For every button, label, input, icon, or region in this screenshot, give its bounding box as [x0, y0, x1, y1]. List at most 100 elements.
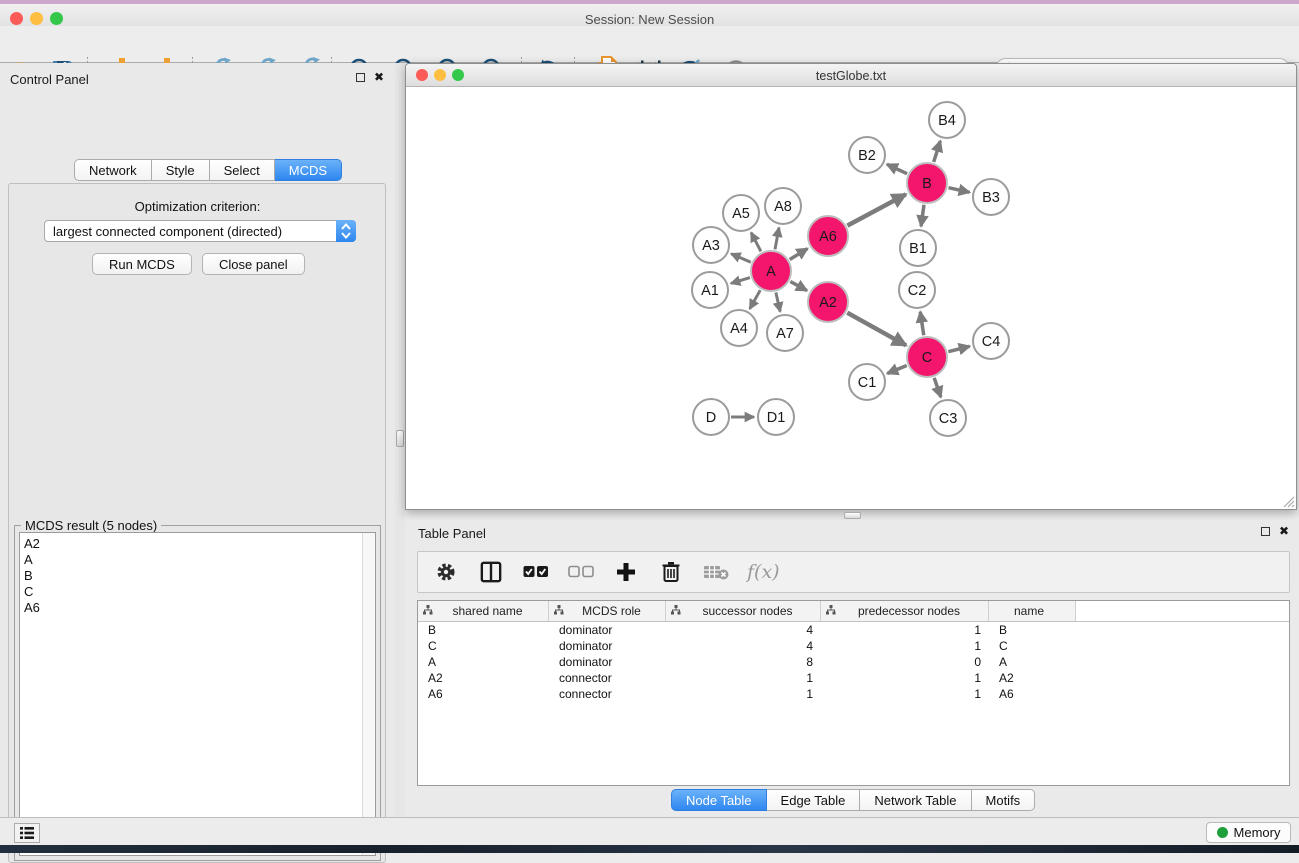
float-table-panel-icon[interactable] — [1261, 527, 1270, 536]
close-panel-button[interactable]: Close panel — [202, 253, 305, 275]
column-header-shared-name[interactable]: shared name — [418, 601, 549, 621]
show-all-columns-icon[interactable] — [522, 558, 550, 586]
node-table[interactable]: shared name MCDS rolesuccessor nodesprede… — [417, 600, 1290, 786]
close-panel-icon[interactable]: ✖ — [374, 73, 384, 82]
table-cell[interactable]: 0 — [821, 654, 989, 670]
table-row[interactable]: Cdominator41C — [418, 638, 1289, 654]
graph-edge-A-A5[interactable] — [751, 233, 761, 252]
table-panel-title: Table Panel — [418, 526, 486, 541]
graph-edge-B-B2[interactable] — [887, 164, 907, 173]
table-cell[interactable]: A — [989, 654, 1076, 670]
graph-edge-A2-C[interactable] — [847, 313, 906, 346]
result-item[interactable]: A — [24, 552, 375, 568]
network-graph-canvas[interactable]: B4B2BB3A5A8A6A3B1AA1C2A2A4A7C4CC1C3DD1 — [406, 87, 1296, 509]
table-row[interactable]: Adominator80A — [418, 654, 1289, 670]
table-cell[interactable]: 1 — [821, 670, 989, 686]
tab-edge-table[interactable]: Edge Table — [767, 789, 861, 811]
graph-node-label: A7 — [776, 326, 794, 342]
table-cell[interactable]: 1 — [666, 670, 821, 686]
optimization-criterion-select[interactable]: largest connected component (directed) — [44, 220, 356, 242]
column-header-successor-nodes[interactable]: successor nodes — [666, 601, 821, 621]
tab-node-table[interactable]: Node Table — [671, 789, 767, 811]
table-cell[interactable]: dominator — [549, 622, 666, 638]
table-cell[interactable]: 4 — [666, 622, 821, 638]
table-cell[interactable]: A6 — [989, 686, 1076, 702]
app-titlebar: Session: New Session — [0, 4, 1299, 26]
column-header-MCDS-role[interactable]: MCDS role — [549, 601, 666, 621]
table-cell[interactable]: 8 — [666, 654, 821, 670]
tab-motifs[interactable]: Motifs — [972, 789, 1036, 811]
table-cell[interactable]: B — [418, 622, 549, 638]
float-panel-icon[interactable] — [356, 73, 365, 82]
graph-edge-A-A4[interactable] — [750, 290, 760, 309]
delete-table-icon[interactable] — [702, 558, 730, 586]
column-header-name[interactable]: name — [989, 601, 1076, 621]
column-header-label: MCDS role — [564, 604, 665, 618]
table-row[interactable]: Bdominator41B — [418, 622, 1289, 638]
graph-edge-C-C4[interactable] — [948, 346, 969, 351]
table-cell[interactable]: A — [418, 654, 549, 670]
graph-edge-A-A3[interactable] — [731, 254, 751, 263]
graph-node-label: C3 — [939, 411, 958, 427]
column-header-label: shared name — [433, 604, 548, 618]
graph-node-label: B4 — [938, 113, 956, 129]
table-cell[interactable]: C — [418, 638, 549, 654]
graph-edge-A-A7[interactable] — [776, 292, 780, 311]
function-builder-icon[interactable]: f(x) — [747, 561, 780, 583]
column-type-icon — [423, 604, 433, 618]
graph-edge-C-C3[interactable] — [934, 378, 941, 397]
panel-mode-icon[interactable] — [477, 558, 505, 586]
network-window-titlebar[interactable]: testGlobe.txt — [406, 64, 1296, 87]
table-cell[interactable]: 1 — [821, 622, 989, 638]
window-resize-grip[interactable] — [1281, 494, 1295, 508]
result-item[interactable]: C — [24, 584, 375, 600]
table-cell[interactable]: dominator — [549, 638, 666, 654]
graph-edge-B-B1[interactable] — [921, 205, 924, 226]
graph-edge-A6-B[interactable] — [847, 194, 905, 225]
tab-mcds[interactable]: MCDS — [275, 159, 342, 181]
tab-network[interactable]: Network — [74, 159, 152, 181]
table-row[interactable]: A6connector11A6 — [418, 686, 1289, 702]
table-cell[interactable]: A6 — [418, 686, 549, 702]
table-cell[interactable]: connector — [549, 670, 666, 686]
table-cell[interactable]: B — [989, 622, 1076, 638]
tab-network-table[interactable]: Network Table — [860, 789, 971, 811]
table-cell[interactable]: 1 — [821, 638, 989, 654]
horizontal-divider-grip[interactable] — [844, 512, 861, 519]
tab-style[interactable]: Style — [152, 159, 210, 181]
graph-edge-A-A6[interactable] — [790, 249, 808, 260]
result-item[interactable]: B — [24, 568, 375, 584]
delete-column-icon[interactable] — [657, 558, 685, 586]
hide-all-columns-icon[interactable] — [567, 558, 595, 586]
graph-edge-A-A8[interactable] — [775, 228, 779, 250]
table-cell[interactable]: 4 — [666, 638, 821, 654]
result-item[interactable]: A6 — [24, 600, 375, 616]
table-cell[interactable]: connector — [549, 686, 666, 702]
tab-select[interactable]: Select — [210, 159, 275, 181]
table-cell[interactable]: 1 — [666, 686, 821, 702]
graph-edge-C-C1[interactable] — [887, 365, 906, 373]
run-mcds-button[interactable]: Run MCDS — [92, 253, 192, 275]
graph-edge-A-A1[interactable] — [731, 278, 750, 284]
task-history-button[interactable] — [14, 823, 40, 843]
table-cell[interactable]: A2 — [418, 670, 549, 686]
result-scrollbar[interactable] — [362, 533, 375, 855]
result-item[interactable]: A2 — [24, 536, 375, 552]
vertical-divider-grip[interactable] — [396, 430, 404, 447]
graph-edge-A-A2[interactable] — [790, 282, 807, 291]
table-row[interactable]: A2connector11A2 — [418, 670, 1289, 686]
table-options-gear-icon[interactable] — [432, 558, 460, 586]
graph-edge-B-B3[interactable] — [948, 188, 969, 193]
mcds-result-list[interactable]: A2ABCA6 — [19, 532, 376, 856]
close-table-panel-icon[interactable]: ✖ — [1279, 527, 1289, 536]
graph-edge-C-C2[interactable] — [920, 312, 924, 335]
table-cell[interactable]: C — [989, 638, 1076, 654]
table-cell[interactable]: 1 — [821, 686, 989, 702]
column-header-predecessor-nodes[interactable]: predecessor nodes — [821, 601, 989, 621]
graph-edge-B-B4[interactable] — [934, 141, 941, 162]
memory-button[interactable]: Memory — [1206, 822, 1291, 843]
create-column-icon[interactable] — [612, 558, 640, 586]
table-cell[interactable]: dominator — [549, 654, 666, 670]
column-header-label: name — [989, 604, 1075, 618]
table-cell[interactable]: A2 — [989, 670, 1076, 686]
